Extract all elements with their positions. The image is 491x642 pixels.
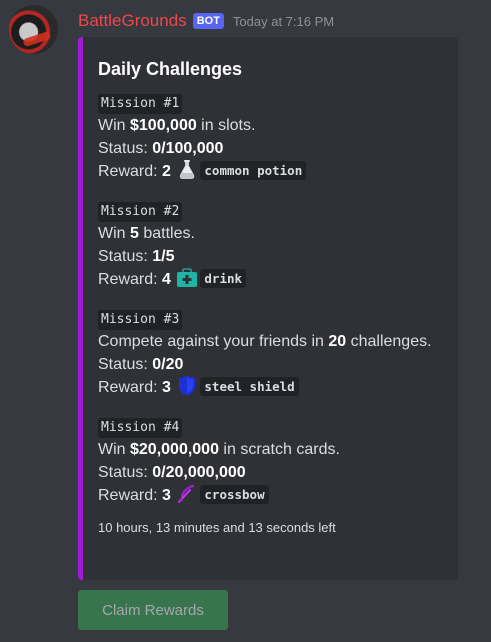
bot-tag: BOT xyxy=(192,13,224,29)
medkit-icon xyxy=(177,268,198,287)
desc-value: 20 xyxy=(328,333,347,350)
reward-label: Reward: xyxy=(98,163,163,180)
embed-accent-bar xyxy=(78,37,83,580)
reward-label: Reward: xyxy=(98,487,163,504)
mission-label: Mission #4 xyxy=(98,418,183,438)
mission-description: Win $20,000,000 in scratch cards. xyxy=(98,438,448,461)
mission-label: Mission #2 xyxy=(98,202,183,222)
potion-icon xyxy=(180,160,195,179)
status-label: Status: xyxy=(98,140,153,157)
embed-title: Daily Challenges xyxy=(98,59,243,79)
status-value: 0/100,000 xyxy=(152,140,224,157)
reward-label: Reward: xyxy=(98,271,163,288)
mission-description: Win 5 battles. xyxy=(98,222,448,245)
desc-prefix: Win xyxy=(98,441,130,458)
mission-status: Status: 0/100,000 xyxy=(98,137,448,160)
embed-content: Daily Challenges Mission #1 Win $100,000… xyxy=(98,59,448,535)
desc-suffix: in scratch cards. xyxy=(218,441,340,458)
mission-reward: Reward: 2 common potion xyxy=(98,160,448,183)
reward-item: steel shield xyxy=(200,377,299,396)
claim-rewards-button[interactable]: Claim Rewards xyxy=(78,590,228,630)
desc-prefix: Win xyxy=(98,117,130,134)
status-value: 0/20 xyxy=(152,356,184,373)
desc-suffix: in slots. xyxy=(196,117,256,134)
mission-label: Mission #1 xyxy=(98,94,183,114)
mission-description: Compete against your friends in 20 chall… xyxy=(98,330,448,353)
reward-item: crossbow xyxy=(200,485,269,504)
mission-3: Mission #3 Compete against your friends … xyxy=(98,310,448,399)
reward-label: Reward: xyxy=(98,379,163,396)
mission-4: Mission #4 Win $20,000,000 in scratch ca… xyxy=(98,418,448,507)
mission-2: Mission #2 Win 5 battles. Status: 1/5 Re… xyxy=(98,202,448,291)
mission-description: Win $100,000 in slots. xyxy=(98,114,448,137)
mission-status: Status: 0/20,000,000 xyxy=(98,461,448,484)
mission-status: Status: 1/5 xyxy=(98,245,448,268)
desc-value: $100,000 xyxy=(130,117,197,134)
desc-prefix: Compete against your friends in xyxy=(98,333,329,350)
status-value: 1/5 xyxy=(152,248,175,265)
status-label: Status: xyxy=(98,464,153,481)
crossbow-icon xyxy=(178,484,195,503)
status-label: Status: xyxy=(98,248,153,265)
time-remaining: 10 hours, 13 minutes and 13 seconds left xyxy=(98,520,336,535)
timestamp[interactable]: Today at 7:16 PM xyxy=(233,14,334,29)
mission-reward: Reward: 4 drink xyxy=(98,268,448,291)
mission-label: Mission #3 xyxy=(98,310,183,330)
status-value: 0/20,000,000 xyxy=(152,464,246,481)
mission-reward: Reward: 3 steel shield xyxy=(98,376,448,399)
desc-suffix: battles. xyxy=(138,225,195,242)
desc-suffix: challenges. xyxy=(346,333,432,350)
challenge-embed: Daily Challenges Mission #1 Win $100,000… xyxy=(78,37,458,580)
mission-reward: Reward: 3 crossbow xyxy=(98,484,448,507)
user-avatar[interactable] xyxy=(9,5,58,54)
desc-prefix: Win xyxy=(98,225,130,242)
reward-item: drink xyxy=(200,269,247,288)
message-header: BattleGrounds BOT Today at 7:16 PM xyxy=(78,9,334,33)
desc-value: 5 xyxy=(130,225,139,242)
mission-1: Mission #1 Win $100,000 in slots. Status… xyxy=(98,94,448,183)
username[interactable]: BattleGrounds xyxy=(78,11,187,31)
reward-item: common potion xyxy=(200,161,307,180)
reward-count: 3 xyxy=(162,379,171,396)
mission-status: Status: 0/20 xyxy=(98,353,448,376)
reward-count: 4 xyxy=(162,271,171,288)
desc-value: $20,000,000 xyxy=(130,441,219,458)
shield-icon xyxy=(179,376,196,396)
reward-count: 2 xyxy=(162,163,171,180)
status-label: Status: xyxy=(98,356,153,373)
reward-count: 3 xyxy=(162,487,171,504)
